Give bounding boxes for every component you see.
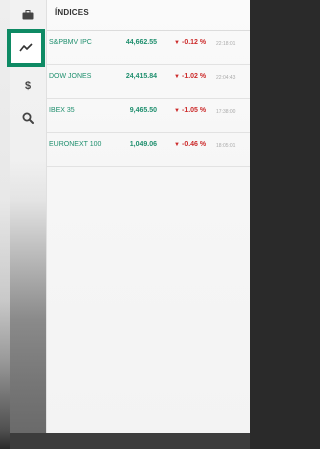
sidebar: $ <box>7 0 46 433</box>
index-row[interactable]: IBEX 35 9,465.50 ▼ -1.05 % 17:38:00 <box>47 99 250 133</box>
down-arrow-icon: ▼ <box>174 74 180 80</box>
search-icon <box>22 112 34 124</box>
index-change: -1.05 % <box>182 107 207 114</box>
index-change: -0.12 % <box>182 39 207 46</box>
index-time: 22:18:01 <box>216 41 236 47</box>
index-name: IBEX 35 <box>49 107 75 114</box>
index-value: 24,415.84 <box>125 73 157 80</box>
index-value: 44,662.55 <box>125 39 157 46</box>
footer-bar <box>10 433 250 449</box>
nav-item-search[interactable] <box>10 100 46 136</box>
index-value: 1,049.06 <box>129 141 157 148</box>
index-change: -1.02 % <box>182 73 207 80</box>
index-name: S&PBMV IPC <box>49 39 92 46</box>
nav-item-portfolio[interactable] <box>10 0 46 30</box>
index-time: 17:38:00 <box>216 109 236 115</box>
indices-panel: ÍNDICES S&PBMV IPC 44,662.55 ▼ -0.12 % 2… <box>46 0 250 433</box>
index-time: 18:05:01 <box>216 143 236 149</box>
page-title: ÍNDICES <box>47 0 250 31</box>
index-name: EURONEXT 100 <box>49 141 102 148</box>
index-change: -0.46 % <box>182 141 207 148</box>
nav-item-indices[interactable] <box>7 29 45 67</box>
down-arrow-icon: ▼ <box>174 142 180 148</box>
down-arrow-icon: ▼ <box>174 40 180 46</box>
down-arrow-icon: ▼ <box>174 108 180 114</box>
dollar-icon: $ <box>24 80 32 92</box>
index-row[interactable]: DOW JONES 24,415.84 ▼ -1.02 % 22:04:43 <box>47 65 250 99</box>
index-value: 9,465.50 <box>129 107 157 114</box>
index-row[interactable]: S&PBMV IPC 44,662.55 ▼ -0.12 % 22:18:01 <box>47 31 250 65</box>
trend-chart-icon <box>19 43 33 52</box>
index-row[interactable]: EURONEXT 100 1,049.06 ▼ -0.46 % 18:05:01 <box>47 133 250 167</box>
index-time: 22:04:43 <box>216 75 236 81</box>
index-name: DOW JONES <box>49 73 92 80</box>
nav-item-currency[interactable]: $ <box>10 68 46 104</box>
left-edge <box>0 0 10 449</box>
briefcase-icon <box>22 10 34 20</box>
